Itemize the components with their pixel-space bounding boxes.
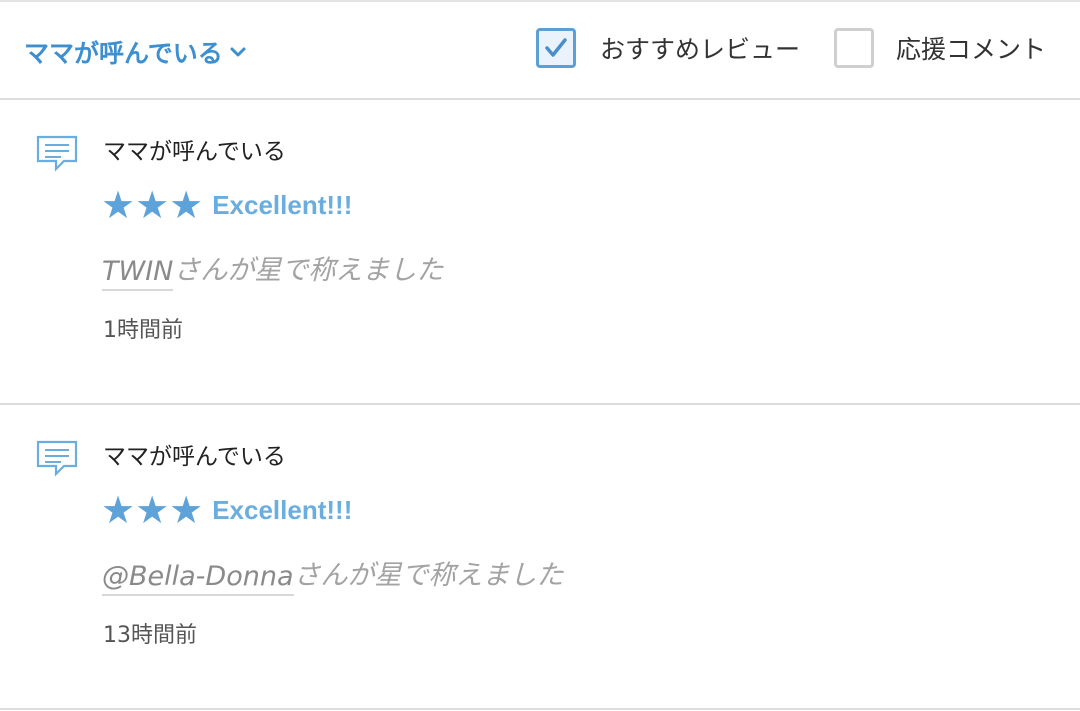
chevron-down-icon [230, 47, 246, 57]
review-timestamp: 13時間前 [103, 623, 197, 648]
star-rating-stars: ★★★ [101, 488, 204, 532]
praise-text: さんが星で称えました [173, 255, 444, 286]
star-rating: ★★★ Excellent!!! [101, 185, 352, 225]
rating-label: Excellent!!! [212, 494, 353, 525]
reviewer-name-link[interactable]: @Bella-Donna [102, 561, 294, 596]
review-item[interactable]: ママが呼んでいる ★★★ Excellent!!! TWIN さんが星で称えまし… [0, 100, 1080, 405]
recommended-reviews-label: おすすめレビュー [600, 35, 801, 64]
review-timestamp: 1時間前 [103, 318, 183, 343]
support-comments-checkbox[interactable] [834, 28, 874, 68]
comment-icon [36, 135, 78, 172]
comment-icon [36, 440, 78, 477]
rating-label: Excellent!!! [212, 189, 353, 220]
review-story-title[interactable]: ママが呼んでいる [103, 132, 286, 166]
review-story-title[interactable]: ママが呼んでいる [103, 437, 286, 471]
star-rating-stars: ★★★ [101, 183, 204, 227]
check-icon [545, 38, 567, 57]
praise-text: さんが星で称えました [293, 560, 564, 591]
story-selector-label: ママが呼んでいる [24, 39, 223, 68]
star-rating: ★★★ Excellent!!! [101, 490, 352, 530]
support-comments-label: 応援コメント [896, 35, 1047, 64]
review-item[interactable]: ママが呼んでいる ★★★ Excellent!!! @Bella-Donna さ… [0, 405, 1080, 710]
reviewer-name-link[interactable]: TWIN [102, 256, 174, 291]
support-comments-filter[interactable]: 応援コメント [834, 28, 1046, 68]
filter-bar: ママが呼んでいる おすすめレビュー 応援コメント [0, 2, 1080, 100]
praise-line: TWIN さんが星で称えました [102, 248, 443, 291]
recommended-reviews-filter[interactable]: おすすめレビュー [536, 28, 800, 68]
recommended-reviews-checkbox[interactable] [536, 28, 576, 68]
praise-line: @Bella-Donna さんが星で称えました [102, 553, 564, 596]
story-selector-dropdown[interactable]: ママが呼んでいる [24, 34, 247, 70]
